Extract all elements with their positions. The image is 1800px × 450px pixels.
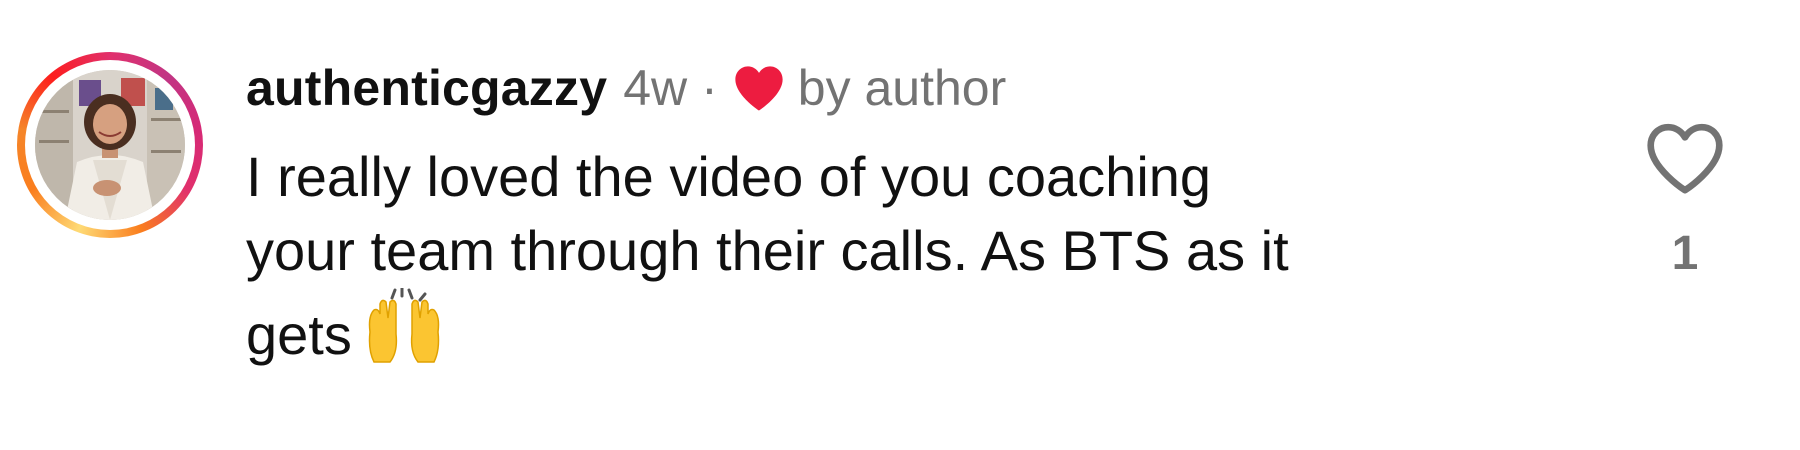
timestamp[interactable]: 4w xyxy=(623,59,687,117)
comment-row: authenticgazzy 4w · by author I really l… xyxy=(0,0,1800,450)
comment-text-line: your team through their calls. As BTS as… xyxy=(246,219,1289,282)
heart-outline-icon xyxy=(1643,123,1727,202)
comment-text-line: I really loved the video of you coaching xyxy=(246,145,1212,208)
username-link[interactable]: authenticgazzy xyxy=(246,59,607,117)
comment-text: I really loved the video of you coaching… xyxy=(246,140,1546,372)
comment-header: authenticgazzy 4w · by author xyxy=(246,56,1006,120)
like-count[interactable]: 1 xyxy=(1640,226,1730,281)
liked-by-author-label: by author xyxy=(797,60,1007,116)
like-button[interactable] xyxy=(1643,118,1727,198)
avatar-ring-gap xyxy=(25,60,195,230)
raising-hands-emoji xyxy=(362,286,446,368)
separator-dot: · xyxy=(701,60,718,116)
comment-text-line: gets xyxy=(246,286,1546,372)
heart-filled-icon xyxy=(732,63,786,113)
avatar[interactable] xyxy=(35,70,185,220)
avatar-story-ring[interactable] xyxy=(17,52,203,238)
avatar-image xyxy=(35,70,185,220)
comment-text-fragment: gets xyxy=(246,303,352,366)
